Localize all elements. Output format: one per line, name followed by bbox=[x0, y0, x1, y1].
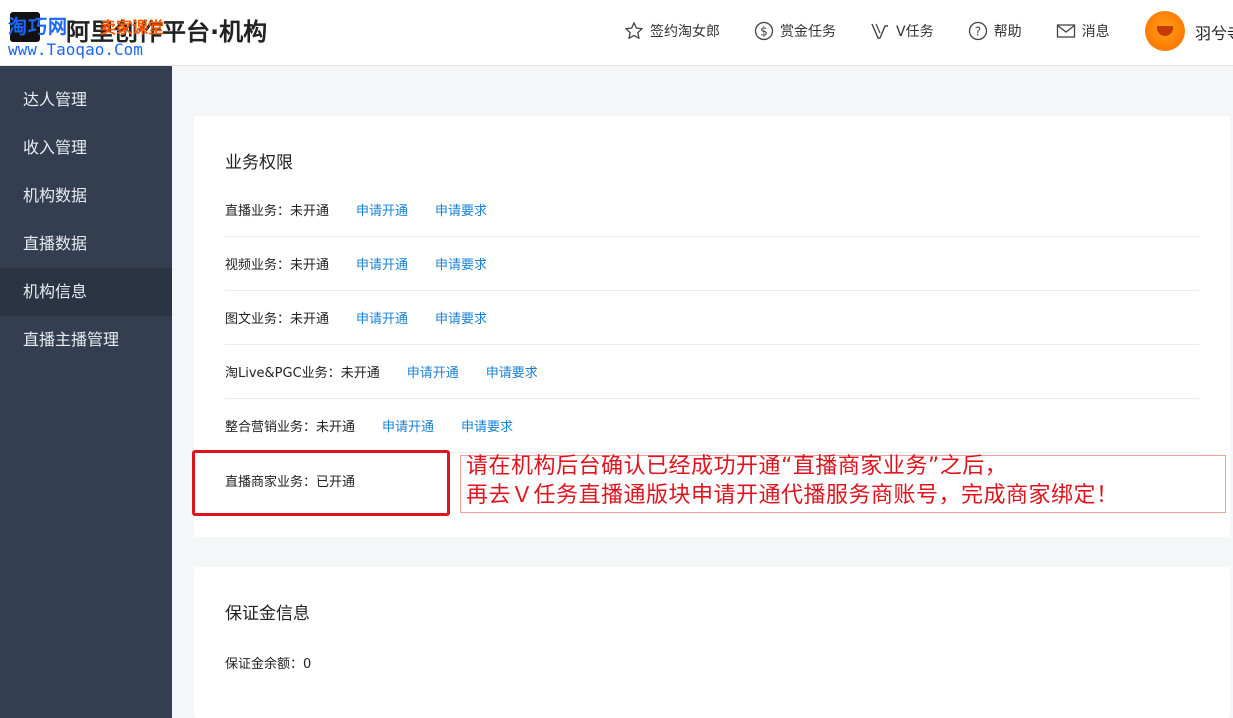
sidebar-item-live-data[interactable]: 直播数据 bbox=[0, 220, 172, 268]
star-icon bbox=[624, 21, 644, 41]
dollar-icon: $ bbox=[754, 21, 774, 41]
nav-label: 消息 bbox=[1081, 24, 1110, 40]
sidebar-item-anchor-management[interactable]: 直播主播管理 bbox=[0, 316, 172, 364]
nav-label: 签约淘女郎 bbox=[650, 24, 720, 40]
permission-row-taolive-pgc: 淘Live&PGC业务： 未开通 申请开通 申请要求 bbox=[225, 345, 1199, 399]
nav-label: V任务 bbox=[896, 24, 934, 40]
deposit-title: 保证金信息 bbox=[225, 604, 310, 624]
apply-link[interactable]: 申请开通 bbox=[356, 254, 408, 273]
v-icon bbox=[870, 21, 890, 41]
deposit-card: 保证金信息 保证金余额：0 bbox=[194, 567, 1230, 718]
apply-link[interactable]: 申请开通 bbox=[356, 200, 408, 219]
row-status: 未开通 bbox=[290, 204, 330, 219]
row-label: 视频业务： bbox=[225, 258, 291, 273]
nav-v-tasks[interactable]: V任务 bbox=[870, 18, 934, 44]
apply-link[interactable]: 申请开通 bbox=[382, 416, 434, 435]
watermark-classroom: 卖家课堂 bbox=[100, 18, 165, 37]
username[interactable]: 羽兮寺 bbox=[1195, 20, 1233, 44]
requirements-link[interactable]: 申请要求 bbox=[486, 362, 538, 381]
svg-text:$: $ bbox=[760, 25, 768, 39]
apply-link[interactable]: 申请开通 bbox=[407, 362, 459, 381]
highlight-box bbox=[192, 450, 450, 516]
row-label: 整合营销业务： bbox=[225, 420, 317, 435]
nav-label: 赏金任务 bbox=[780, 24, 836, 40]
sidebar-item-talent-management[interactable]: 达人管理 bbox=[0, 76, 172, 124]
requirements-link[interactable]: 申请要求 bbox=[435, 200, 487, 219]
row-status: 未开通 bbox=[290, 312, 330, 327]
watermark-url: www.Taoqao.Com bbox=[8, 40, 143, 59]
watermark-site-name: 淘巧网 bbox=[8, 16, 69, 38]
annotation-text: 请在机构后台确认已经成功开通“直播商家业务”之后， 再去Ｖ任务直播通版块申请开通… bbox=[466, 452, 1119, 510]
row-label: 直播业务： bbox=[225, 204, 291, 219]
permission-row-video: 视频业务： 未开通 申请开通 申请要求 bbox=[225, 237, 1199, 291]
avatar[interactable] bbox=[1145, 11, 1185, 51]
mail-icon bbox=[1056, 21, 1076, 41]
row-status: 未开通 bbox=[316, 420, 356, 435]
nav-bounty-tasks[interactable]: $ 赏金任务 bbox=[754, 18, 836, 44]
nav-sign-model[interactable]: 签约淘女郎 bbox=[624, 18, 720, 44]
sidebar-item-income-management[interactable]: 收入管理 bbox=[0, 124, 172, 172]
row-label: 淘Live&PGC业务： bbox=[225, 366, 341, 381]
deposit-balance: 保证金余额：0 bbox=[225, 653, 311, 672]
row-status: 未开通 bbox=[290, 258, 330, 273]
permission-row-integrated-marketing: 整合营销业务： 未开通 申请开通 申请要求 bbox=[225, 399, 1199, 453]
requirements-link[interactable]: 申请要求 bbox=[435, 254, 487, 273]
permission-row-article: 图文业务： 未开通 申请开通 申请要求 bbox=[225, 291, 1199, 345]
sidebar-item-org-info[interactable]: 机构信息 bbox=[0, 268, 172, 316]
sidebar: 达人管理 收入管理 机构数据 直播数据 机构信息 直播主播管理 bbox=[0, 66, 172, 718]
row-status: 未开通 bbox=[340, 366, 380, 381]
deposit-value: 0 bbox=[303, 657, 312, 672]
permission-row-live: 直播业务： 未开通 申请开通 申请要求 bbox=[225, 183, 1199, 237]
requirements-link[interactable]: 申请要求 bbox=[461, 416, 513, 435]
top-header: 阿里创作平台·机构 淘巧网 卖家课堂 www.Taoqao.Com 签约淘女郎 … bbox=[0, 0, 1233, 66]
nav-label: 帮助 bbox=[993, 24, 1022, 40]
logo[interactable]: 阿里创作平台·机构 淘巧网 卖家课堂 www.Taoqao.Com bbox=[8, 8, 288, 60]
nav-messages[interactable]: 消息 bbox=[1056, 18, 1110, 44]
permissions-title: 业务权限 bbox=[225, 153, 293, 173]
sidebar-item-org-data[interactable]: 机构数据 bbox=[0, 172, 172, 220]
row-label: 图文业务： bbox=[225, 312, 291, 327]
avatar-face bbox=[1157, 26, 1173, 36]
help-icon: ? bbox=[968, 21, 988, 41]
apply-link[interactable]: 申请开通 bbox=[356, 308, 408, 327]
nav-help[interactable]: ? 帮助 bbox=[968, 18, 1022, 44]
annotation-line-2: 再去Ｖ任务直播通版块申请开通代播服务商账号，完成商家绑定！ bbox=[466, 483, 1119, 508]
annotation-line-1: 请在机构后台确认已经成功开通“直播商家业务”之后， bbox=[466, 454, 1008, 479]
main-content: 业务权限 直播业务： 未开通 申请开通 申请要求 视频业务： 未开通 申请开通 … bbox=[172, 66, 1233, 718]
svg-text:?: ? bbox=[974, 25, 980, 39]
requirements-link[interactable]: 申请要求 bbox=[435, 308, 487, 327]
deposit-label: 保证金余额： bbox=[225, 657, 304, 672]
top-nav: 签约淘女郎 $ 赏金任务 V任务 ? 帮助 消息 bbox=[624, 18, 1144, 44]
